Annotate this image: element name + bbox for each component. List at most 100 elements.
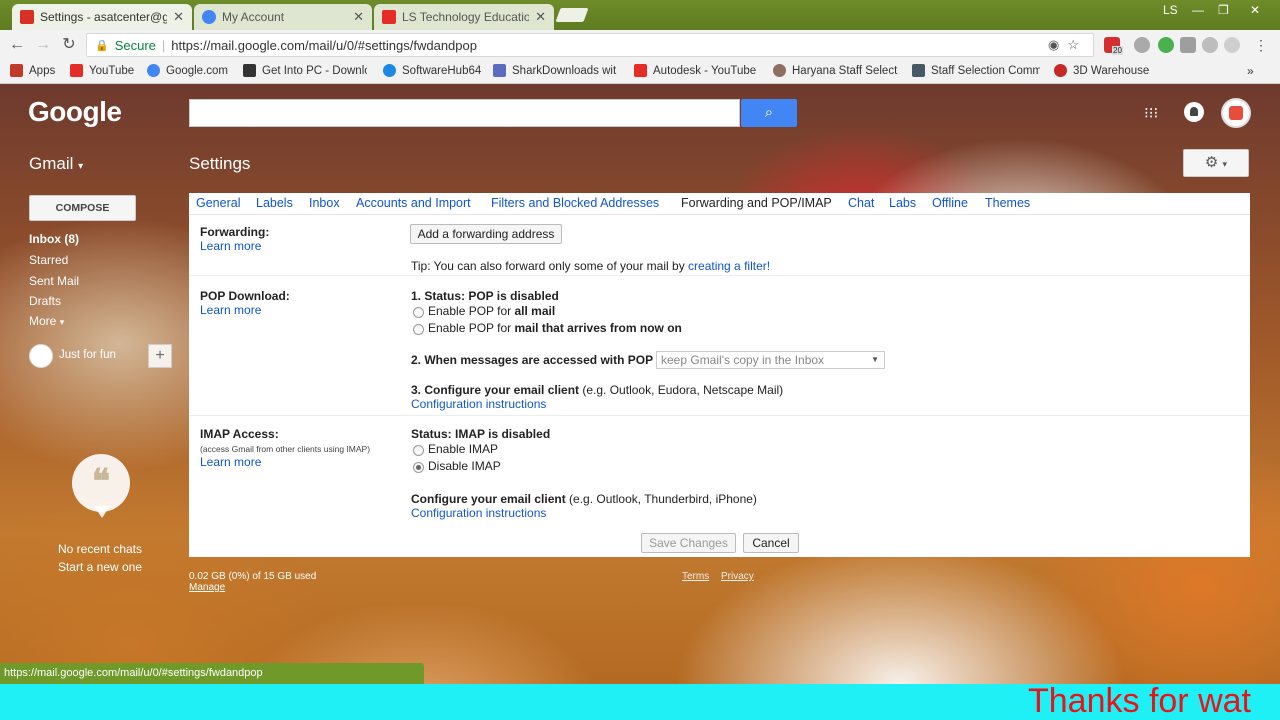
google-favicon-icon bbox=[202, 10, 216, 24]
privacy-link[interactable]: Privacy bbox=[721, 571, 754, 582]
browser-tab-my-account[interactable]: My Account ✕ bbox=[194, 4, 372, 30]
compose-button[interactable]: COMPOSE bbox=[29, 195, 136, 221]
bookmark-youtube[interactable]: YouTube bbox=[70, 64, 134, 77]
creating-a-filter-link[interactable]: creating a filter! bbox=[688, 259, 770, 273]
bookmark-3d-warehouse[interactable]: 3D Warehouse bbox=[1054, 64, 1149, 77]
notifications-bell-icon[interactable] bbox=[1184, 102, 1204, 122]
add-forwarding-address-button[interactable]: Add a forwarding address bbox=[410, 224, 562, 244]
bookmarks-overflow-icon[interactable]: » bbox=[1247, 64, 1254, 78]
tab-labs[interactable]: Labs bbox=[889, 196, 916, 210]
apps-grid-icon[interactable]: ⁝⁝⁝ bbox=[1144, 104, 1160, 122]
menu-kebab-icon[interactable]: ⋮ bbox=[1250, 35, 1272, 55]
tab-accounts-and-import[interactable]: Accounts and Import bbox=[356, 196, 471, 210]
pop-all-mail-radio[interactable] bbox=[413, 307, 424, 318]
start-new-chat-link[interactable]: Start a new one bbox=[30, 560, 170, 574]
nav-inbox[interactable]: Inbox (8) bbox=[29, 232, 79, 246]
browser-tab-ls-technology[interactable]: LS Technology Educatio ✕ bbox=[374, 4, 554, 30]
caret-down-icon: ▾ bbox=[59, 317, 65, 327]
tab-inbox[interactable]: Inbox bbox=[309, 196, 340, 210]
address-bar[interactable]: 🔒 Secure | https://mail.google.com/mail/… bbox=[86, 33, 1094, 57]
learn-more-link[interactable]: Learn more bbox=[200, 239, 261, 253]
imap-configuration-instructions-link[interactable]: Configuration instructions bbox=[411, 506, 546, 520]
new-tab-button[interactable] bbox=[555, 8, 589, 22]
tab-themes[interactable]: Themes bbox=[985, 196, 1030, 210]
pop-all-mail-bold: all mail bbox=[514, 304, 556, 318]
tab-filters[interactable]: Filters and Blocked Addresses bbox=[491, 196, 659, 210]
bookmark-sharkdownloads[interactable]: SharkDownloads wit bbox=[493, 64, 619, 77]
blocked-extension-icon[interactable] bbox=[1224, 37, 1240, 53]
eye-icon[interactable]: ◉ bbox=[1048, 37, 1067, 52]
window-close-icon[interactable]: ✕ bbox=[1250, 3, 1260, 17]
url-text[interactable]: https://mail.google.com/mail/u/0/#settin… bbox=[171, 38, 477, 53]
browser-tab-strip: Settings - asatcenter@g ✕ My Account ✕ L… bbox=[0, 0, 1280, 30]
imap-note: (access Gmail from other clients using I… bbox=[200, 444, 371, 454]
bookmark-getintopc[interactable]: Get Into PC - Downlo bbox=[243, 64, 367, 77]
account-avatar[interactable] bbox=[1221, 98, 1251, 128]
disable-imap-label[interactable]: Disable IMAP bbox=[428, 459, 501, 473]
pop-status: 1. Status: POP is disabled bbox=[411, 289, 559, 303]
close-icon[interactable]: ✕ bbox=[353, 9, 364, 25]
cancel-button[interactable]: Cancel bbox=[743, 533, 799, 553]
reload-icon[interactable]: ↻ bbox=[58, 35, 80, 55]
nav-starred[interactable]: Starred bbox=[29, 253, 68, 267]
caret-down-icon: ▾ bbox=[1222, 159, 1228, 169]
nav-drafts[interactable]: Drafts bbox=[29, 294, 61, 308]
bookmark-label: Haryana Staff Selecti bbox=[792, 64, 898, 77]
status-bar-url: https://mail.google.com/mail/u/0/#settin… bbox=[0, 663, 424, 684]
extension-icon[interactable] bbox=[1158, 37, 1174, 53]
pop-from-now-label[interactable]: Enable POP for mail that arrives from no… bbox=[428, 321, 682, 335]
nav-more[interactable]: More ▾ bbox=[29, 314, 64, 328]
pop-from-now-radio[interactable] bbox=[413, 324, 424, 335]
maximize-icon[interactable]: ❐ bbox=[1218, 3, 1229, 17]
new-chat-plus-button[interactable]: + bbox=[148, 344, 172, 368]
settings-gear-button[interactable]: ⚙ ▾ bbox=[1183, 149, 1249, 177]
enable-imap-radio[interactable] bbox=[413, 445, 424, 456]
gmail-menu[interactable]: Gmail ▾ bbox=[29, 154, 83, 174]
hangouts-quote-icon: ❝ bbox=[72, 454, 130, 518]
star-icon[interactable]: ☆ bbox=[1067, 37, 1087, 52]
imap-configure-bold: Configure your email client bbox=[411, 492, 566, 506]
tab-chat[interactable]: Chat bbox=[848, 196, 874, 210]
manage-storage-link[interactable]: Manage bbox=[189, 582, 225, 593]
google-icon bbox=[147, 64, 160, 77]
back-arrow-icon[interactable]: ← bbox=[6, 35, 28, 55]
extension-icon[interactable] bbox=[1202, 37, 1218, 53]
browser-tab-settings[interactable]: Settings - asatcenter@g ✕ bbox=[12, 4, 192, 30]
extension-icon[interactable] bbox=[1180, 37, 1196, 53]
learn-more-link[interactable]: Learn more bbox=[200, 455, 261, 469]
bookmark-google[interactable]: Google.com bbox=[147, 64, 228, 77]
save-changes-button[interactable]: Save Changes bbox=[641, 533, 736, 553]
pop-all-mail-label[interactable]: Enable POP for all mail bbox=[428, 304, 555, 318]
bookmark-autodesk[interactable]: Autodesk - YouTube bbox=[634, 64, 756, 77]
profile-name[interactable]: LS bbox=[1163, 3, 1178, 17]
forward-arrow-icon[interactable]: → bbox=[32, 35, 54, 55]
terms-link[interactable]: Terms bbox=[682, 571, 709, 582]
learn-more-link[interactable]: Learn more bbox=[200, 303, 261, 317]
bookmark-ssc[interactable]: Staff Selection Comm bbox=[912, 64, 1040, 77]
enable-imap-label[interactable]: Enable IMAP bbox=[428, 442, 498, 456]
bookmark-haryana[interactable]: Haryana Staff Selecti bbox=[773, 64, 898, 77]
tab-labels[interactable]: Labels bbox=[256, 196, 293, 210]
tab-forwarding-pop-imap[interactable]: Forwarding and POP/IMAP bbox=[681, 196, 832, 210]
nav-sent-mail[interactable]: Sent Mail bbox=[29, 274, 79, 288]
search-input[interactable] bbox=[190, 100, 739, 126]
bookmark-softwarehub[interactable]: SoftwareHub64 bbox=[383, 64, 481, 77]
search-button[interactable]: ⌕ bbox=[741, 99, 797, 127]
tab-general[interactable]: General bbox=[196, 196, 240, 210]
bookmark-label: Get Into PC - Downlo bbox=[262, 64, 367, 77]
close-icon[interactable]: ✕ bbox=[535, 9, 546, 25]
pop-when-accessed: 2. When messages are accessed with POP bbox=[411, 353, 654, 367]
tab-offline[interactable]: Offline bbox=[932, 196, 968, 210]
hangouts-user-name: Just for fun bbox=[59, 349, 116, 361]
extension-icon[interactable] bbox=[1134, 37, 1150, 53]
bookmark-apps[interactable]: Apps bbox=[10, 64, 55, 77]
disable-imap-radio[interactable] bbox=[413, 462, 424, 473]
search-box[interactable] bbox=[189, 99, 740, 127]
pop-configuration-instructions-link[interactable]: Configuration instructions bbox=[411, 397, 546, 411]
google-logo[interactable]: Google bbox=[28, 96, 122, 128]
youtube-icon bbox=[70, 64, 83, 77]
minimize-icon[interactable]: — bbox=[1192, 3, 1204, 17]
omnibox-icons[interactable]: ◉☆ bbox=[1048, 37, 1087, 53]
pop-action-select[interactable]: keep Gmail's copy in the Inbox ▼ bbox=[656, 351, 885, 369]
close-icon[interactable]: ✕ bbox=[173, 9, 184, 25]
